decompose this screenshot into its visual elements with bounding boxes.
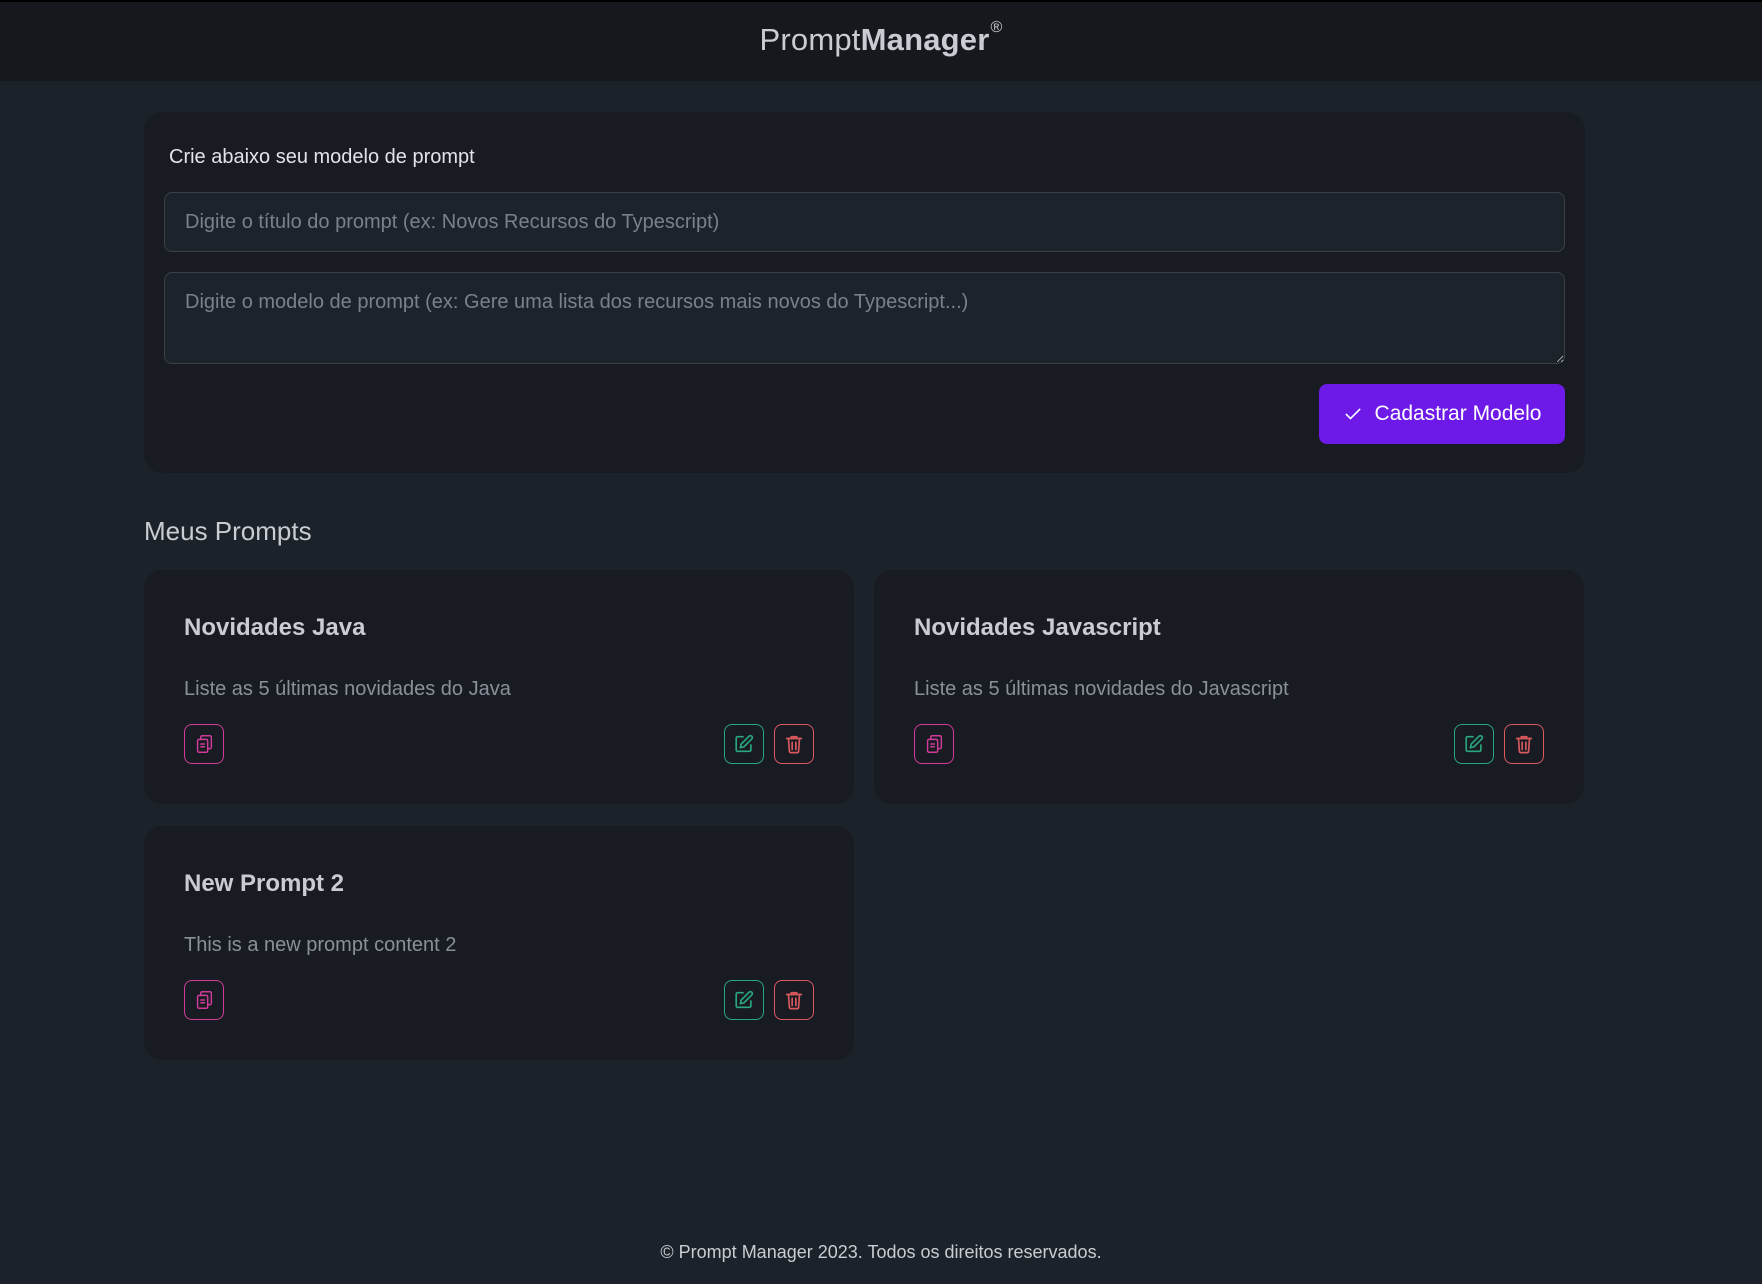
prompt-card: Novidades Javascript Liste as 5 últimas … (874, 570, 1584, 804)
prompt-card-title: Novidades Java (184, 614, 366, 641)
edit-prompt-button[interactable] (724, 980, 764, 1020)
pencil-square-icon (1463, 733, 1485, 755)
prompt-content-textarea[interactable] (164, 272, 1565, 364)
prompt-card: Novidades Java Liste as 5 últimas novida… (144, 570, 854, 804)
submit-prompt-button[interactable]: Cadastrar Modelo (1319, 384, 1565, 444)
edit-prompt-button[interactable] (1454, 724, 1494, 764)
copy-prompt-button[interactable] (184, 980, 224, 1020)
brand-logo[interactable]: PromptManager® (759, 19, 1003, 58)
app-header: PromptManager® (0, 0, 1762, 81)
prompt-card-content: This is a new prompt content 2 (184, 934, 457, 956)
copy-prompt-button[interactable] (914, 724, 954, 764)
trash-icon (783, 733, 805, 755)
delete-prompt-button[interactable] (774, 980, 814, 1020)
registered-mark: ® (990, 19, 1003, 37)
copy-prompt-button[interactable] (184, 724, 224, 764)
prompt-card-title: New Prompt 2 (184, 870, 345, 897)
delete-prompt-button[interactable] (1504, 724, 1544, 764)
prompt-card-content: Liste as 5 últimas novidades do Javascri… (914, 678, 1289, 700)
clipboard-copy-icon (193, 989, 215, 1011)
clipboard-copy-icon (923, 733, 945, 755)
my-prompts-heading: Meus Prompts (144, 516, 312, 546)
form-heading: Crie abaixo seu modelo de prompt (169, 146, 475, 168)
pencil-square-icon (733, 733, 755, 755)
pencil-square-icon (733, 989, 755, 1011)
clipboard-copy-icon (193, 733, 215, 755)
trash-icon (783, 989, 805, 1011)
brand-name-bold: Manager (860, 21, 990, 57)
prompt-card-content: Liste as 5 últimas novidades do Java (184, 678, 511, 700)
delete-prompt-button[interactable] (774, 724, 814, 764)
prompt-title-input[interactable] (164, 192, 1565, 252)
prompt-card: New Prompt 2 This is a new prompt conten… (144, 826, 854, 1060)
trash-icon (1513, 733, 1535, 755)
page-footer: © Prompt Manager 2023. Todos os direitos… (660, 1242, 1102, 1262)
prompt-card-title: Novidades Javascript (914, 614, 1161, 641)
create-prompt-form: Crie abaixo seu modelo de prompt Cadastr… (144, 112, 1585, 473)
check-icon (1343, 404, 1363, 424)
submit-button-label: Cadastrar Modelo (1374, 402, 1542, 425)
edit-prompt-button[interactable] (724, 724, 764, 764)
brand-name-light: Prompt (759, 21, 861, 57)
